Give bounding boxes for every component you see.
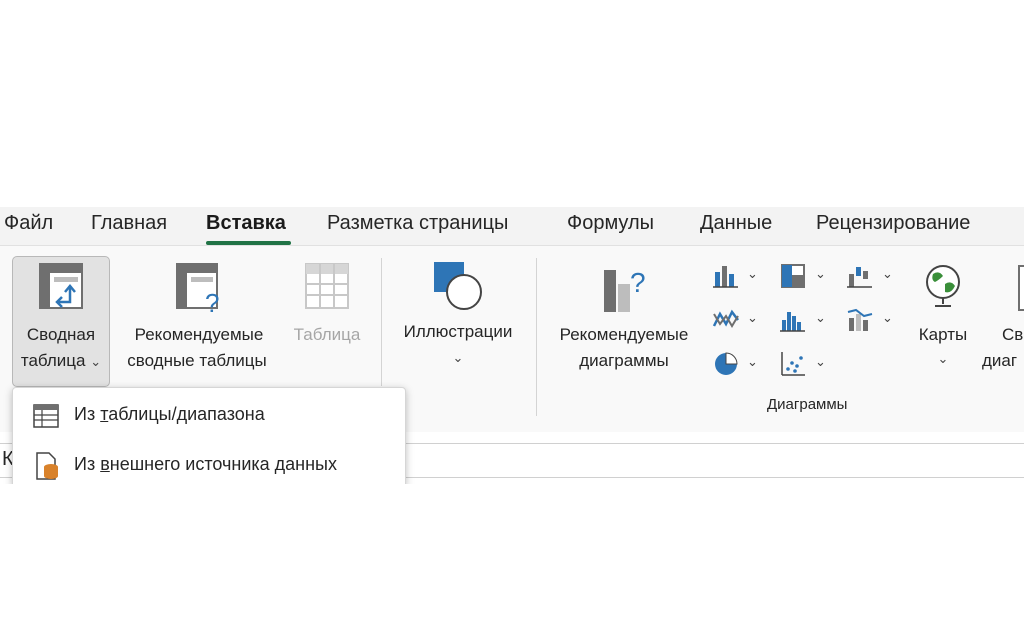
group-divider (381, 258, 382, 386)
recommended-pivot-label-1: Рекомендуемые (134, 325, 264, 344)
pivot-table-icon (39, 263, 83, 309)
recommended-pivot-label-2: сводные таблицы (127, 351, 267, 370)
chevron-down-icon[interactable]: ⌄ (815, 310, 826, 326)
group-divider (536, 258, 537, 416)
waterfall-chart-icon[interactable] (846, 262, 874, 290)
menu-item-rest: нешнего источника данных (109, 454, 337, 474)
pivot-chart-label-2: диаг (982, 351, 1018, 370)
table-icon (305, 263, 349, 309)
tab-insert[interactable]: Вставка (206, 212, 286, 235)
chevron-down-icon[interactable]: ⌄ (747, 354, 758, 370)
tab-page-layout[interactable]: Разметка страницы (327, 212, 508, 235)
chevron-down-icon[interactable]: ⌄ (815, 354, 826, 370)
scatter-chart-icon[interactable] (779, 350, 807, 378)
menu-item-label: Из внешнего источника данных (74, 454, 337, 475)
chevron-down-icon[interactable]: ⌄ (882, 310, 893, 326)
pivot-chart-icon (1018, 265, 1024, 311)
pivot-table-label-2: таблица ⌄ (12, 348, 110, 375)
ribbon-tab-bar: Файл Главная Вставка Разметка страницы Ф… (0, 207, 1024, 245)
tab-file[interactable]: Файл (4, 212, 53, 235)
chevron-down-icon: ⌄ (937, 351, 949, 366)
menu-item-prefix: Из (74, 454, 101, 474)
pivot-table-label-1: Сводная (26, 325, 96, 344)
tab-formulas[interactable]: Формулы (567, 212, 654, 235)
combo-chart-icon[interactable] (846, 306, 874, 334)
tab-home[interactable]: Главная (91, 212, 167, 235)
menu-item-label: Из таблицы/диапазона (74, 404, 265, 425)
external-source-icon (36, 452, 58, 480)
menu-item-from-external-source[interactable]: Из внешнего источника данных (13, 443, 405, 484)
menu-item-rest: аблицы/диапазона (108, 404, 265, 424)
pivot-table-dropdown: Из таблицы/диапазона Из внешнего источни… (12, 387, 406, 484)
column-chart-icon[interactable] (712, 262, 740, 290)
hierarchy-chart-icon[interactable] (779, 262, 807, 290)
pivot-chart-label-1[interactable]: Св (1002, 322, 1024, 348)
illustrations-label: Иллюстрации (403, 322, 513, 341)
tab-review[interactable]: Рецензирование (816, 212, 970, 235)
charts-group-label: Диаграммы (767, 396, 848, 413)
pivot-table-label-2-text: таблица (20, 351, 86, 370)
chevron-down-icon[interactable]: ⌄ (815, 266, 826, 282)
chevron-down-icon: ⌄ (452, 350, 464, 365)
line-chart-icon[interactable] (712, 306, 740, 334)
table-range-icon (33, 404, 59, 428)
excel-ribbon-crop: Файл Главная Вставка Разметка страницы Ф… (0, 207, 1024, 484)
table-label: Таблица (293, 325, 361, 344)
chevron-down-icon[interactable]: ⌄ (747, 310, 758, 326)
chevron-down-icon[interactable]: ⌄ (747, 266, 758, 282)
menu-item-prefix: Из (74, 404, 101, 424)
chevron-down-icon[interactable]: ⌄ (882, 266, 893, 282)
menu-item-accelerator: в (100, 454, 110, 474)
chevron-down-icon: ⌄ (90, 354, 102, 369)
tab-data[interactable]: Данные (700, 212, 772, 235)
pie-chart-icon[interactable] (712, 350, 740, 378)
menu-item-from-table-range[interactable]: Из таблицы/диапазона (13, 393, 405, 439)
recommended-charts-label-1: Рекомендуемые (559, 325, 689, 344)
recommended-charts-label-2: диаграммы (579, 351, 669, 370)
maps-label: Карты (918, 325, 968, 344)
statistic-chart-icon[interactable] (779, 306, 807, 334)
